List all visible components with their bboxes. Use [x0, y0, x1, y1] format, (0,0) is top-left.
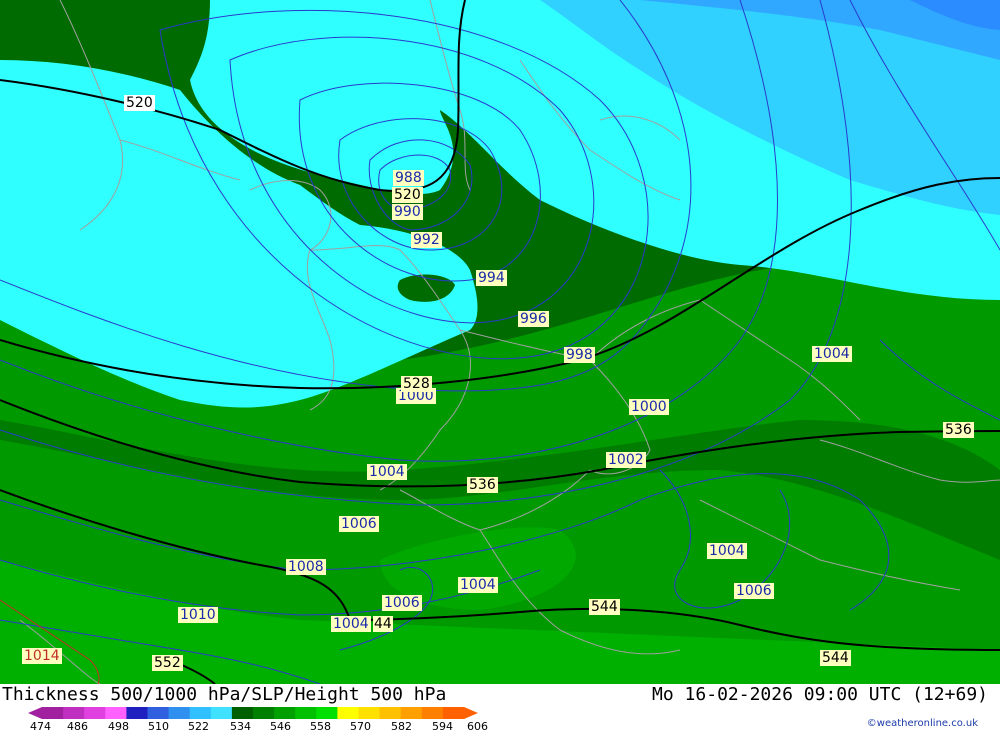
- legend-cell: [84, 707, 106, 719]
- legend-label: 594: [432, 720, 453, 733]
- legend-cell: [189, 707, 212, 719]
- legend-labels: 474 486 498 510 522 534 546 558 570 582 …: [30, 720, 500, 733]
- slp-label-992: 992: [411, 232, 442, 248]
- legend-cell: [379, 707, 402, 719]
- legend-cell: [253, 707, 275, 719]
- legend-label: 498: [108, 720, 129, 733]
- height-label-536-a: 536: [467, 477, 498, 493]
- slp-label-1010: 1010: [178, 607, 218, 623]
- legend-label: 558: [310, 720, 331, 733]
- legend-cell: [210, 707, 233, 719]
- footer-title-bar: Thickness 500/1000 hPa/SLP/Height 500 hP…: [2, 684, 998, 706]
- slp-label-1008: 1008: [286, 559, 326, 575]
- height-label-528: 528: [401, 376, 432, 392]
- legend-cell: [358, 707, 381, 719]
- legend-cell: [147, 707, 170, 719]
- legend-cell: [316, 707, 338, 719]
- legend-cell: [126, 707, 148, 719]
- height-label-536-b: 536: [943, 422, 974, 438]
- legend-cell: [168, 707, 191, 719]
- slp-label-1006-b: 1006: [382, 595, 422, 611]
- legend-label: 606: [467, 720, 488, 733]
- slp-label-1006-c: 1006: [734, 583, 774, 599]
- weather-map: 988 990 992 994 996 998 1000 1000 1002 1…: [0, 0, 1000, 684]
- legend-arrow-left: [28, 707, 42, 719]
- slp-label-998: 998: [564, 347, 595, 363]
- height-label-520-a: 520: [124, 95, 155, 111]
- slp-label-1004-a: 1004: [812, 346, 852, 362]
- slp-label-996: 996: [518, 311, 549, 327]
- slp-label-1014: 1014: [22, 648, 62, 664]
- height-label-520-b: 520: [392, 187, 423, 203]
- legend-cell: [42, 707, 64, 719]
- legend-cell: [400, 707, 423, 719]
- legend-cell: [63, 707, 85, 719]
- legend-cell: [105, 707, 127, 719]
- height-label-552: 552: [152, 655, 183, 671]
- legend-label: 582: [391, 720, 412, 733]
- legend-cell: [231, 707, 254, 719]
- height-label-544-a: 544: [589, 599, 620, 615]
- slp-label-988: 988: [393, 170, 424, 186]
- legend-label: 546: [270, 720, 291, 733]
- valid-datetime: Mo 16-02-2026 09:00 UTC (12+69): [652, 684, 988, 705]
- legend-label: 486: [67, 720, 88, 733]
- legend-cell: [337, 707, 359, 719]
- legend-colorbar: [28, 707, 478, 719]
- height-label-544-c: 44: [373, 616, 393, 632]
- legend-cell: [295, 707, 317, 719]
- legend-label: 534: [230, 720, 251, 733]
- slp-label-1004-e: 1004: [331, 616, 371, 632]
- slp-label-1004-c: 1004: [707, 543, 747, 559]
- legend-label: 522: [188, 720, 209, 733]
- slp-label-1004-b: 1004: [367, 464, 407, 480]
- legend-label: 510: [148, 720, 169, 733]
- slp-label-1000-b: 1000: [629, 399, 669, 415]
- slp-label-1006-a: 1006: [339, 516, 379, 532]
- legend-label: 474: [30, 720, 51, 733]
- legend-arrow-right: [464, 707, 478, 719]
- legend-cell: [274, 707, 296, 719]
- legend-cell: [421, 707, 444, 719]
- height-label-544-b: 544: [820, 650, 851, 666]
- slp-label-990: 990: [392, 204, 423, 220]
- slp-label-1004-d: 1004: [458, 577, 498, 593]
- chart-title: Thickness 500/1000 hPa/SLP/Height 500 hP…: [2, 684, 447, 705]
- legend-label: 570: [350, 720, 371, 733]
- legend-cell: [442, 707, 465, 719]
- credit-text: ©weatheronline.co.uk: [866, 718, 978, 729]
- slp-label-994: 994: [476, 270, 507, 286]
- slp-label-1002: 1002: [606, 452, 646, 468]
